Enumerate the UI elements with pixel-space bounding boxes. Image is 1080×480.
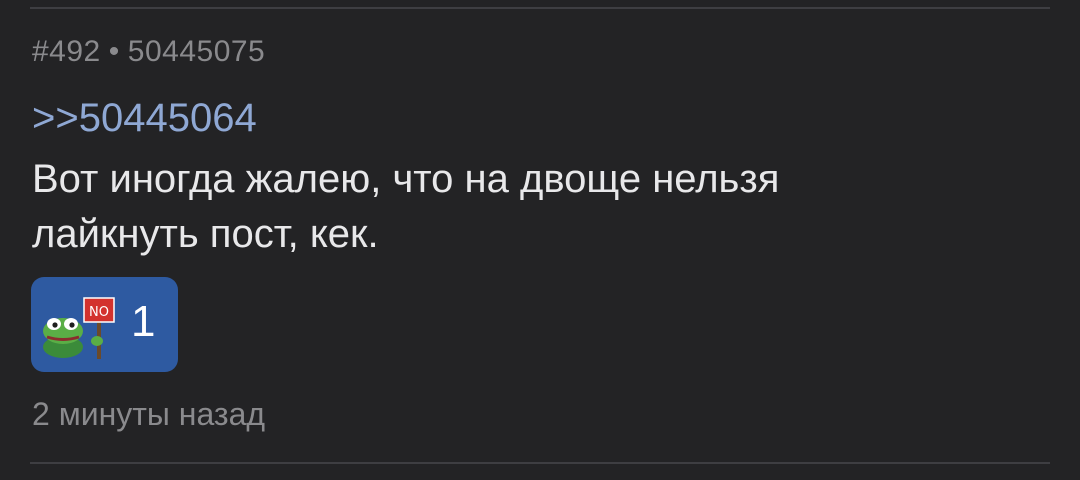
post-body: Вот иногда жалею, что на двоще нельзя ла… [32,152,1012,262]
post-meta: #492 • 50445075 [32,35,265,69]
reaction-button[interactable]: NO 1 [31,277,178,372]
reply-link[interactable]: >>50445064 [32,96,257,141]
pepe-no-sign-icon: NO [43,297,115,359]
post-number[interactable]: #492 [32,35,101,68]
sign-text: NO [89,305,109,320]
post-card: #492 • 50445075 >>50445064 Вот иногда жале… [30,0,1050,480]
post-body-line: Вот иногда жалею, что на двоще нельзя [32,157,780,201]
post-id[interactable]: 50445075 [128,35,265,68]
reaction-count: 1 [131,297,156,346]
bottom-divider [30,462,1050,464]
post-timestamp: 2 минуты назад [32,396,266,432]
post-body-line: лайкнуть пост, кек. [32,212,379,256]
meta-separator: • [108,35,120,68]
